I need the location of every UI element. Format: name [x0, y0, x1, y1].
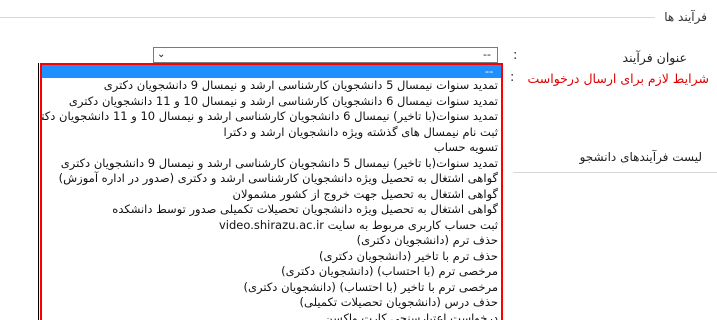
process-title-label: عنوان فرآیند — [622, 50, 687, 65]
dropdown-option[interactable]: مرخصی ترم با تاخیر (با احتساب) (دانشجویا… — [42, 280, 501, 296]
dropdown-option[interactable]: حذف درس (دانشجویان تحصیلات تکمیلی) — [42, 295, 501, 311]
dropdown-option[interactable]: تمدید سنوات نیمسال 5 دانشجویان کارشناسی … — [42, 78, 501, 94]
chevron-down-icon[interactable]: ⌄ — [157, 48, 165, 62]
dropdown-option[interactable]: تسویه حساب — [42, 140, 501, 156]
dropdown-option[interactable]: حذف ترم با تاخیر (دانشجویان دکتری) — [42, 249, 501, 265]
side-divider — [513, 172, 717, 173]
dropdown-option[interactable]: حذف ترم (دانشجویان دکتری) — [42, 233, 501, 249]
select-value: -- — [483, 48, 491, 61]
section-divider — [0, 17, 655, 18]
dropdown-option[interactable]: گواهی اشتغال به تحصیل ویژه دانشجویان کار… — [42, 171, 501, 187]
section-header: فرآیند ها — [0, 8, 717, 28]
dropdown-option[interactable]: گواهی اشتغال به تحصیل جهت خروج از کشور م… — [42, 187, 501, 203]
dropdown-outline — [38, 63, 39, 320]
section-legend: فرآیند ها — [664, 10, 707, 24]
dropdown-option[interactable]: درخواست اعتبارسنجی کارت واکسن — [42, 311, 501, 320]
process-dropdown-list[interactable]: -- تمدید سنوات نیمسال 5 دانشجویان کارشنا… — [40, 63, 503, 320]
dropdown-option[interactable]: ثبت نام نیمسال های گذشته ویژه دانشجویان … — [42, 125, 501, 141]
conditions-colon: : — [510, 70, 515, 85]
process-title-colon: : — [513, 48, 518, 63]
dropdown-option[interactable]: تمدید سنوات(با تاخیر) نیمسال 6 دانشجویان… — [42, 109, 501, 125]
process-title-select[interactable]: ⌄ -- — [153, 47, 498, 63]
dropdown-option[interactable]: گواهی اشتغال به تحصیل ویژه دانشجویان تحص… — [42, 202, 501, 218]
dropdown-option[interactable]: تمدید سنوات نیمسال 6 دانشجویان کارشناسی … — [42, 94, 501, 110]
conditions-label: شرایط لازم برای ارسال درخواست — [527, 71, 709, 86]
student-processes-label: لیست فرآیندهای دانشجو — [579, 150, 702, 164]
dropdown-option[interactable]: تمدید سنوات(با تاخیر) نیمسال 5 دانشجویان… — [42, 156, 501, 172]
dropdown-option-selected[interactable]: -- — [42, 65, 501, 78]
dropdown-option[interactable]: ثبت حساب کاربری مربوط به سایت video.shir… — [42, 218, 501, 234]
dropdown-option[interactable]: مرخصی ترم (با احتساب) (دانشجویان دکتری) — [42, 264, 501, 280]
